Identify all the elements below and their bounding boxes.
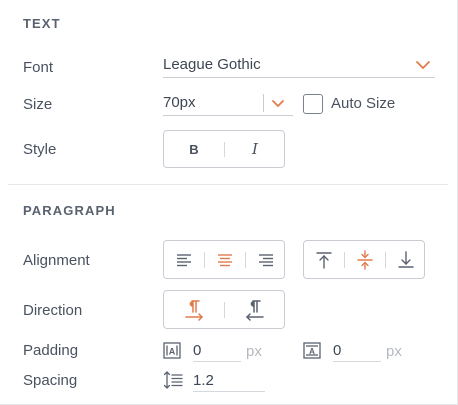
- paragraph-rtl-icon: [245, 299, 264, 321]
- vertical-padding-unit: px: [386, 343, 402, 360]
- paragraph-section-title: PARAGRAPH: [23, 203, 116, 218]
- horizontal-padding-unit: px: [246, 343, 262, 360]
- align-middle-icon: [357, 249, 373, 270]
- line-spacing-input[interactable]: 1.2: [193, 372, 265, 392]
- size-select[interactable]: 70px: [163, 92, 293, 116]
- vertical-padding-icon: A: [303, 342, 321, 364]
- italic-button[interactable]: I: [225, 131, 285, 167]
- auto-size-checkbox[interactable]: [303, 94, 323, 114]
- align-right-button[interactable]: [246, 241, 286, 278]
- svg-text:A: A: [309, 347, 315, 356]
- vertical-padding-input[interactable]: 0: [333, 342, 381, 362]
- align-top-icon: [316, 251, 332, 269]
- align-bottom-button[interactable]: [386, 241, 426, 278]
- direction-rtl-button[interactable]: [225, 291, 285, 328]
- align-right-icon: [259, 253, 273, 266]
- font-label: Font: [23, 59, 54, 76]
- bold-button[interactable]: B: [164, 131, 224, 167]
- italic-icon: I: [252, 140, 258, 158]
- section-divider: [8, 184, 448, 185]
- horizontal-padding-input[interactable]: 0: [193, 342, 241, 362]
- align-middle-button[interactable]: [345, 241, 385, 278]
- horizontal-padding-value: 0: [193, 342, 202, 359]
- text-section-title: TEXT: [23, 16, 61, 31]
- align-center-icon: [218, 253, 232, 266]
- align-center-button[interactable]: [205, 241, 245, 278]
- size-label: Size: [23, 96, 53, 113]
- align-left-button[interactable]: [164, 241, 204, 278]
- svg-text:A: A: [169, 347, 176, 357]
- auto-size-label[interactable]: Auto Size: [331, 95, 395, 112]
- horizontal-padding-icon: A: [163, 342, 181, 364]
- padding-label: Padding: [23, 342, 79, 359]
- bold-icon: B: [189, 141, 199, 157]
- direction-ltr-button[interactable]: [164, 291, 224, 328]
- chevron-down-icon: [415, 60, 431, 70]
- text-properties-panel: TEXT Font League Gothic Size 70px Auto S…: [0, 0, 458, 405]
- align-left-icon: [177, 253, 191, 266]
- vertical-padding-value: 0: [333, 342, 342, 359]
- font-select[interactable]: League Gothic: [163, 54, 435, 78]
- line-spacing-icon: [163, 370, 183, 395]
- direction-label: Direction: [23, 302, 83, 319]
- spacing-label: Spacing: [23, 372, 78, 389]
- font-select-value: League Gothic: [163, 56, 261, 73]
- align-top-button[interactable]: [304, 241, 344, 278]
- align-bottom-icon: [398, 250, 414, 268]
- size-select-divider: [263, 94, 264, 112]
- horizontal-alignment-group: [163, 240, 285, 279]
- style-button-group: B I: [163, 130, 285, 168]
- line-spacing-value: 1.2: [193, 372, 214, 389]
- direction-button-group: [163, 290, 285, 329]
- size-select-value: 70px: [163, 94, 196, 111]
- vertical-alignment-group: [303, 240, 425, 279]
- paragraph-ltr-icon: [185, 299, 204, 321]
- chevron-down-icon: [271, 99, 285, 108]
- style-label: Style: [23, 141, 57, 158]
- alignment-label: Alignment: [23, 252, 90, 269]
